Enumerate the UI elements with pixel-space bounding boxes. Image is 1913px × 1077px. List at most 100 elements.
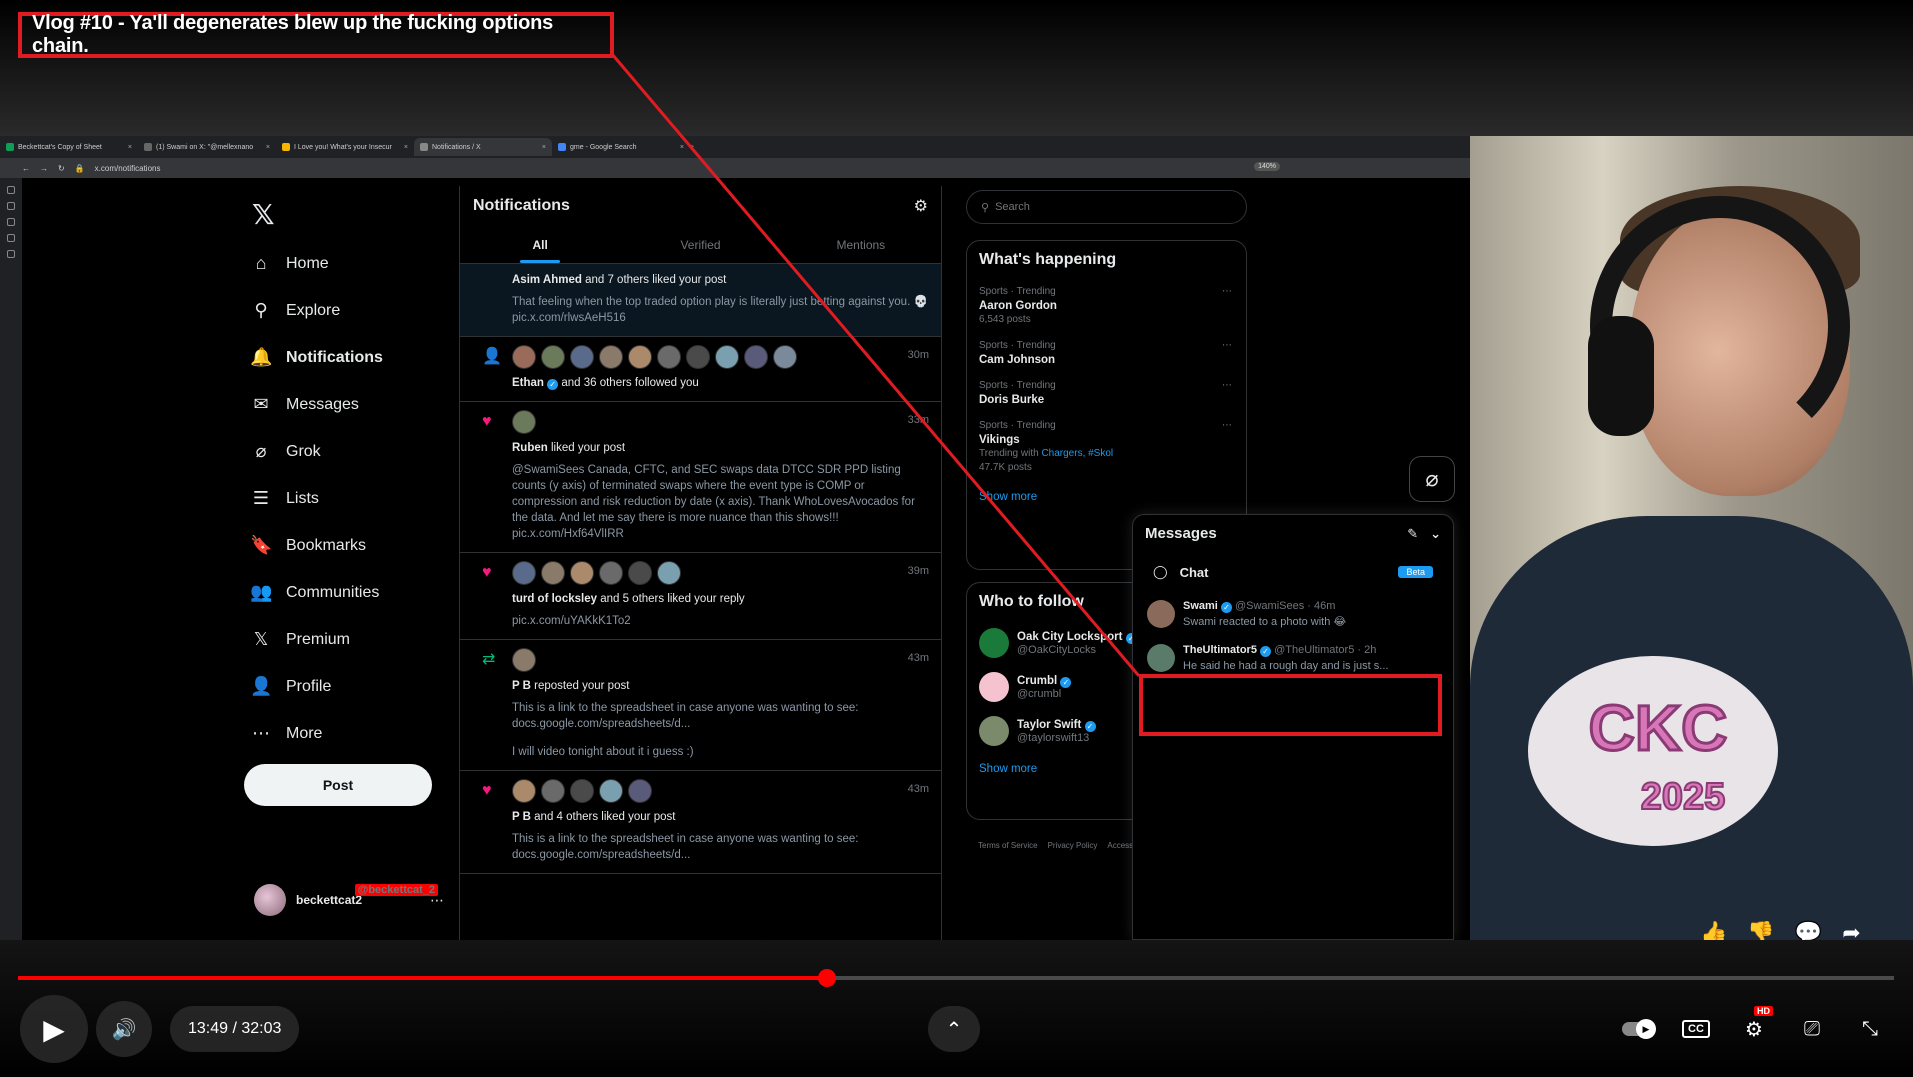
cast-icon[interactable]: ⎚ [1787, 1006, 1837, 1052]
progress-bar[interactable] [18, 969, 1894, 987]
avatar[interactable] [599, 561, 623, 585]
search-box[interactable]: ⚲ [966, 190, 1247, 224]
avatar[interactable] [512, 345, 536, 369]
nav-item-profile[interactable]: 👤 Profile [250, 663, 460, 710]
notification-actor[interactable]: P B [512, 680, 531, 692]
new-tab-icon[interactable]: + [690, 144, 694, 151]
post-button[interactable]: Post [244, 764, 432, 806]
nav-item-more[interactable]: ⋯ More [250, 710, 460, 757]
avatar[interactable] [599, 345, 623, 369]
nav-item-explore[interactable]: ⚲ Explore [250, 287, 460, 334]
nav-item-communities[interactable]: 👥 Communities [250, 569, 460, 616]
chat-row[interactable]: ◯ Chat Beta [1133, 552, 1453, 592]
nav-item-grok[interactable]: ⌀ Grok [250, 428, 460, 475]
footer-link[interactable]: Terms of Service [978, 841, 1038, 850]
notification-post-preview[interactable]: That feeling when the top traded option … [512, 294, 929, 326]
avatar[interactable] [570, 345, 594, 369]
close-icon[interactable]: × [404, 144, 408, 151]
nav-item-lists[interactable]: ☰ Lists [250, 475, 460, 522]
browser-tab[interactable]: I Love you! What's your Insecur × [276, 138, 414, 156]
play-button[interactable]: ▶ [20, 995, 88, 1063]
close-icon[interactable]: × [680, 144, 684, 151]
notification-post-preview[interactable]: This is a link to the spreadsheet in cas… [512, 700, 929, 732]
trend-tags[interactable]: Chargers, #Skol [1041, 448, 1113, 459]
grok-icon[interactable]: ⌀ [1409, 456, 1455, 502]
avatar[interactable] [628, 345, 652, 369]
notification-actor[interactable]: P B [512, 811, 531, 823]
zoom-badge[interactable]: 140% [1254, 162, 1280, 171]
notification-item[interactable]: 33m ♥ Ruben liked your post @SwamiSees Cana… [460, 402, 941, 553]
autoplay-toggle[interactable] [1613, 1006, 1663, 1052]
notification-actor[interactable]: turd of locksley [512, 593, 597, 605]
search-input[interactable] [995, 201, 1216, 213]
nav-item-home[interactable]: ⌂ Home [250, 240, 460, 287]
reload-icon[interactable]: ↻ [58, 164, 65, 173]
avatar[interactable] [512, 410, 536, 434]
avatar[interactable] [657, 345, 681, 369]
back-icon[interactable]: ← [22, 164, 30, 173]
avatar[interactable] [541, 561, 565, 585]
notification-item[interactable]: 43m ♥ P B and 4 others liked your post This… [460, 771, 941, 874]
avatar[interactable] [599, 779, 623, 803]
notification-post-preview[interactable]: pic.x.com/uYAKkK1To2 [512, 613, 929, 629]
avatar[interactable] [628, 561, 652, 585]
tab-all[interactable]: All [460, 226, 620, 263]
browser-tab[interactable]: gme - Google Search × [552, 138, 690, 156]
more-dots-icon[interactable]: ⋯ [1222, 379, 1232, 393]
gear-icon[interactable]: ⚙ [914, 196, 928, 216]
volume-icon[interactable]: 🔊 [96, 1001, 152, 1057]
avatar[interactable] [715, 345, 739, 369]
trend-item[interactable]: Sports · Trending Vikings Trending with Ch… [967, 413, 1246, 481]
notification-actor[interactable]: Ruben [512, 442, 548, 454]
more-dots-icon[interactable]: ⋯ [1222, 339, 1232, 353]
close-icon[interactable]: × [266, 144, 270, 151]
avatar[interactable] [541, 779, 565, 803]
trend-item[interactable]: Sports · Trending Cam Johnson ⋯ [967, 333, 1246, 373]
avatar[interactable] [512, 648, 536, 672]
nav-item-messages[interactable]: ✉ Messages [250, 381, 460, 428]
x-logo-icon[interactable]: 𝕏 [252, 198, 275, 231]
notification-item[interactable]: 39m ♥ turd of locksley and 5 others liked … [460, 553, 941, 640]
nav-item-bookmarks[interactable]: 🔖 Bookmarks [250, 522, 460, 569]
tab-verified[interactable]: Verified [620, 226, 780, 263]
nav-item-notifications[interactable]: 🔔 Notifications [250, 334, 460, 381]
browser-tab[interactable]: Beckettcat's Copy of Sheet × [0, 138, 138, 156]
notification-item[interactable]: Asim Ahmed and 7 others liked your post T… [460, 264, 941, 337]
avatar[interactable] [512, 561, 536, 585]
browser-tab[interactable]: Notifications / X × [414, 138, 552, 156]
show-more-link[interactable]: Show more [967, 481, 1246, 513]
avatar[interactable] [657, 561, 681, 585]
avatar[interactable] [512, 779, 536, 803]
avatar[interactable] [570, 779, 594, 803]
avatar[interactable] [541, 345, 565, 369]
notification-post-preview[interactable]: I will video tonight about it i guess :) [512, 744, 929, 760]
avatar[interactable] [686, 345, 710, 369]
notification-item[interactable]: 43m ⇄ P B reposted your post This is a link… [460, 640, 941, 771]
collapse-icon[interactable]: ⌄ [1430, 526, 1441, 542]
close-icon[interactable]: × [542, 144, 546, 151]
compose-icon[interactable]: ✎ [1407, 526, 1418, 542]
settings-gear-icon[interactable]: ⚙ HD [1729, 1006, 1779, 1052]
captions-icon[interactable]: CC [1671, 1006, 1721, 1052]
tab-mentions[interactable]: Mentions [781, 226, 941, 263]
nav-item-premium[interactable]: 𝕏 Premium [250, 616, 460, 663]
account-switcher[interactable]: beckettcat2 @beckettcat_2 ⋯ [254, 884, 444, 916]
exit-fullscreen-icon[interactable]: ⤡ [1845, 1006, 1895, 1052]
forward-icon[interactable]: → [40, 164, 48, 173]
avatar[interactable] [570, 561, 594, 585]
trend-item[interactable]: Sports · Trending Doris Burke ⋯ [967, 373, 1246, 413]
close-icon[interactable]: × [128, 144, 132, 151]
notification-actor[interactable]: Ethan [512, 377, 544, 389]
footer-link[interactable]: Privacy Policy [1048, 841, 1098, 850]
more-dots-icon[interactable]: ⋯ [1222, 419, 1232, 433]
avatar[interactable] [773, 345, 797, 369]
browser-tab[interactable]: (1) Swami on X: "@mellexnano × [138, 138, 276, 156]
notification-actor[interactable]: Asim Ahmed [512, 274, 582, 286]
address-bar[interactable]: ← → ↻ 🔒 x.com/notifications 140% [0, 158, 1470, 178]
avatar[interactable] [744, 345, 768, 369]
conversation-item[interactable]: Swami ✓ @SwamiSees · 46m Swami reacted to… [1133, 592, 1453, 636]
avatar[interactable] [628, 779, 652, 803]
notification-item[interactable]: 30m 👤 Ethan ✓ and 36 others followed you [460, 337, 941, 402]
trend-item[interactable]: Sports · Trending Aaron Gordon 6,543 posts… [967, 279, 1246, 333]
url-text[interactable]: x.com/notifications [95, 164, 161, 173]
